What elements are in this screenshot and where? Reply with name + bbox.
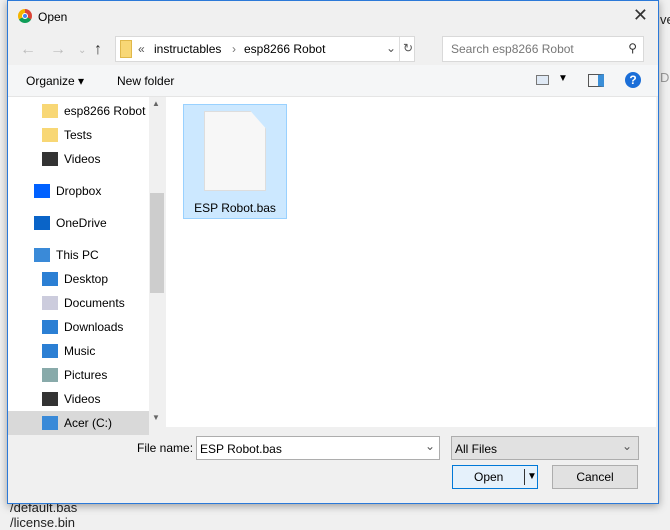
sidebar-item-label: Videos <box>64 152 101 166</box>
sidebar-item[interactable]: Dropbox <box>8 179 149 203</box>
sidebar-item[interactable]: esp8266 Robot <box>8 99 149 123</box>
search-input[interactable]: Search esp8266 Robot ⚲ <box>442 36 644 62</box>
sidebar-item-label: esp8266 Robot <box>64 104 146 118</box>
toolbar: Organize ▾ New folder ▼ ? <box>8 65 658 97</box>
sidebar-item-label: Videos <box>64 392 101 406</box>
breadcrumb-overflow[interactable]: « <box>138 42 145 56</box>
file-name: ESP Robot.bas <box>194 201 276 215</box>
sidebar-item[interactable]: This PC <box>8 243 149 267</box>
background-text: ve <box>660 12 670 27</box>
sidebar-item-label: OneDrive <box>56 216 107 230</box>
up-icon[interactable]: ↑ <box>94 41 102 59</box>
refresh-icon[interactable]: ↻ <box>403 41 413 55</box>
pictures-icon <box>42 368 58 382</box>
file-name-input[interactable]: ESP Robot.bas ⌄ <box>196 436 440 460</box>
back-icon[interactable]: ← <box>20 41 36 59</box>
file-icon <box>204 111 266 191</box>
sidebar-item-label: Desktop <box>64 272 109 286</box>
sidebar-item[interactable]: Documents <box>8 291 149 315</box>
video-icon <box>42 392 58 406</box>
view-icon[interactable] <box>536 75 549 85</box>
sidebar-item-label: This PC <box>56 248 99 262</box>
background-text: Dr <box>660 70 670 85</box>
file-type-select[interactable]: All Files ⌄ <box>451 436 639 460</box>
new-folder-button[interactable]: New folder <box>117 74 174 88</box>
sidebar-item[interactable]: Downloads <box>8 315 149 339</box>
dropbox-icon <box>34 184 50 198</box>
recent-dropdown-icon[interactable]: ⌄ <box>78 45 86 56</box>
chevron-right-icon: › <box>232 42 236 56</box>
dialog-title: Open <box>38 10 68 24</box>
sidebar-item-label: Dropbox <box>56 184 102 198</box>
sidebar-item[interactable]: Videos <box>8 387 149 411</box>
chevron-down-icon[interactable]: ⌄ <box>386 41 396 55</box>
cloud-icon <box>34 216 50 230</box>
address-bar[interactable]: « instructables › esp8266 Robot ⌄ ↻ <box>115 36 415 62</box>
navigation-pane: esp8266 Robot Tests Videos Dropbox OneDrive T… <box>8 97 149 435</box>
search-placeholder: Search esp8266 Robot <box>451 42 574 56</box>
sidebar-item-label: Tests <box>64 128 93 142</box>
documents-icon <box>42 296 58 310</box>
help-icon[interactable]: ? <box>625 72 641 88</box>
sidebar-item[interactable]: Music <box>8 339 149 363</box>
sidebar-item[interactable]: Desktop <box>8 267 149 291</box>
sidebar-item-label: Acer (C:) <box>64 416 112 430</box>
close-button[interactable]: ✕ <box>633 5 648 26</box>
preview-pane-icon[interactable] <box>588 74 604 87</box>
folder-icon <box>120 40 132 58</box>
sidebar-scrollbar[interactable]: ▲ ▼ <box>149 97 165 427</box>
drive-icon <box>42 416 58 430</box>
file-item[interactable]: ESP Robot.bas <box>183 104 287 219</box>
user-folder-icon <box>42 128 58 142</box>
sidebar-item[interactable]: Tests <box>8 123 149 147</box>
folder-icon <box>42 104 58 118</box>
sidebar-item-label: Documents <box>64 296 125 310</box>
computer-icon <box>34 248 50 262</box>
sidebar-item[interactable]: Videos <box>8 147 149 171</box>
sidebar-item[interactable]: Acer (C:) <box>8 411 149 435</box>
open-dialog: Open ✕ ← → ⌄ ↑ « instructables › esp8266… <box>7 0 659 504</box>
organize-button[interactable]: Organize ▾ <box>26 74 84 88</box>
file-list: ESP Robot.bas <box>166 97 656 427</box>
view-dropdown-icon[interactable]: ▼ <box>558 73 568 84</box>
chrome-icon <box>18 9 32 23</box>
breadcrumb-instructables[interactable]: instructables <box>154 42 221 56</box>
sidebar-item-label: Downloads <box>64 320 124 334</box>
open-button[interactable]: Open ▼ <box>452 465 538 489</box>
download-icon <box>42 320 58 334</box>
music-icon <box>42 344 58 358</box>
forward-icon[interactable]: → <box>50 41 66 59</box>
breadcrumb-esp8266-robot[interactable]: esp8266 Robot <box>244 42 325 56</box>
search-icon: ⚲ <box>628 41 637 55</box>
open-dropdown-icon: ▼ <box>527 471 537 482</box>
cancel-button[interactable]: Cancel <box>552 465 638 489</box>
file-name-label: File name: <box>137 441 194 455</box>
desktop-icon <box>42 272 58 286</box>
sidebar-item-label: Music <box>64 344 96 358</box>
sidebar-item[interactable]: Pictures <box>8 363 149 387</box>
video-icon <box>42 152 58 166</box>
sidebar-item[interactable]: OneDrive <box>8 211 149 235</box>
sidebar-item-label: Pictures <box>64 368 108 382</box>
background-text: /license.bin <box>10 515 76 530</box>
